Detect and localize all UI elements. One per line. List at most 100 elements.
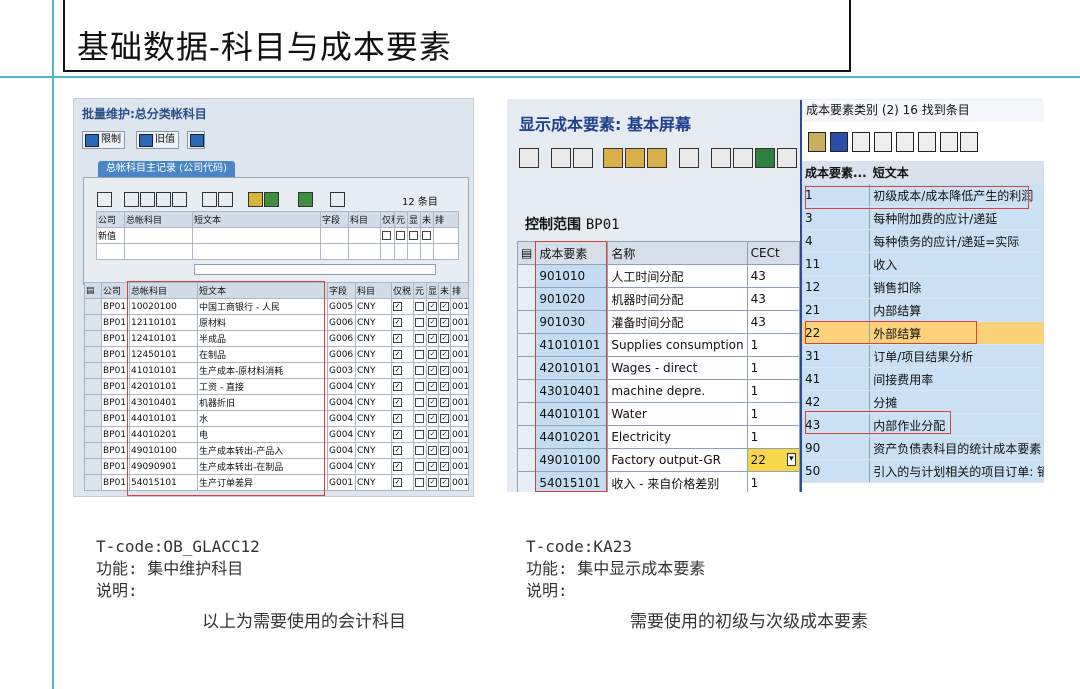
row-selector[interactable]: [516, 333, 537, 357]
field-cell[interactable]: G004: [327, 458, 356, 475]
sort-key-cell[interactable]: 001: [450, 362, 469, 379]
tax-only-checkbox[interactable]: ✓: [393, 349, 402, 359]
line-item-checkbox[interactable]: ✓: [428, 333, 437, 343]
sort-key-cell[interactable]: 001: [450, 410, 469, 427]
open-item-checkbox[interactable]: [415, 413, 424, 423]
row-selector[interactable]: [516, 356, 537, 380]
open-item-checkbox[interactable]: [415, 365, 424, 375]
list-item[interactable]: 12 销售扣除: [802, 275, 1044, 299]
row-selector[interactable]: [516, 310, 537, 334]
help-icon[interactable]: [918, 132, 936, 152]
select-block-icon[interactable]: [156, 192, 171, 207]
details-icon[interactable]: [777, 148, 797, 168]
open-item-checkbox[interactable]: [415, 429, 424, 439]
list-item[interactable]: 31 订单/项目结果分析: [802, 344, 1044, 368]
sort-asc-icon[interactable]: [603, 148, 623, 168]
line-item-checkbox[interactable]: ✓: [428, 461, 437, 471]
currency-cell[interactable]: CNY: [355, 394, 392, 411]
old-value-button[interactable]: 旧值: [136, 131, 179, 149]
list-item[interactable]: 4 每种债务的应计/递延=实际: [802, 229, 1044, 253]
currency-cell[interactable]: CNY: [355, 426, 392, 443]
line-item-checkbox[interactable]: ✓: [428, 477, 437, 487]
post-auto-checkbox[interactable]: ✓: [440, 445, 449, 455]
tax-only-checkbox[interactable]: ✓: [393, 301, 402, 311]
currency-cell[interactable]: CNY: [355, 298, 392, 315]
find-icon[interactable]: [852, 132, 870, 152]
field-cell[interactable]: G004: [327, 410, 356, 427]
category-cell[interactable]: 22 ▾: [746, 448, 800, 472]
currency-cell[interactable]: CNY: [355, 410, 392, 427]
row-selector[interactable]: [516, 425, 537, 449]
line-item-checkbox[interactable]: ✓: [428, 301, 437, 311]
sort-key-cell[interactable]: 001: [450, 378, 469, 395]
currency-cell[interactable]: CNY: [355, 346, 392, 363]
post-auto-checkbox[interactable]: ✓: [440, 365, 449, 375]
tax-only-checkbox[interactable]: ✓: [393, 477, 402, 487]
list-item[interactable]: 21 内部结算: [802, 298, 1044, 322]
tax-only-checkbox[interactable]: ✓: [393, 429, 402, 439]
field-cell[interactable]: G004: [327, 442, 356, 459]
category-cell[interactable]: 43: [746, 264, 800, 288]
edit-account-field[interactable]: [124, 227, 193, 244]
select-all-rows-icon[interactable]: ▤: [516, 241, 537, 265]
list-item[interactable]: 90 资产负债表科目的统计成本要素: [802, 436, 1044, 460]
filter-icon[interactable]: [264, 192, 279, 207]
category-cell[interactable]: 43: [746, 287, 800, 311]
open-item-checkbox[interactable]: [415, 301, 424, 311]
open-item-checkbox[interactable]: [415, 349, 424, 359]
currency-cell[interactable]: CNY: [355, 314, 392, 331]
new-value-row[interactable]: 新值: [96, 227, 459, 244]
row-selector[interactable]: [516, 287, 537, 311]
spreadsheet-icon[interactable]: [755, 148, 775, 168]
horizontal-scrollbar[interactable]: [194, 264, 436, 275]
currency-cell[interactable]: CNY: [355, 442, 392, 459]
dropdown-icon[interactable]: ▾: [787, 453, 796, 466]
tax-only-checkbox[interactable]: ✓: [393, 381, 402, 391]
category-cell[interactable]: 1: [746, 379, 800, 403]
row-selector[interactable]: [516, 471, 537, 492]
edit-icon[interactable]: [218, 192, 233, 207]
row-selector[interactable]: [84, 458, 102, 475]
print-icon[interactable]: [330, 192, 345, 207]
filter-icon[interactable]: [647, 148, 667, 168]
insert-row-icon[interactable]: [172, 192, 187, 207]
category-cell[interactable]: 1: [746, 471, 800, 492]
sort-icon[interactable]: [248, 192, 263, 207]
post-auto-checkbox[interactable]: ✓: [440, 461, 449, 471]
field-cell[interactable]: G004: [327, 426, 356, 443]
row-selector[interactable]: [84, 442, 102, 459]
post-auto-checkbox[interactable]: ✓: [440, 333, 449, 343]
post-auto-checkbox[interactable]: ✓: [440, 477, 449, 487]
tax-only-checkbox[interactable]: ✓: [393, 317, 402, 327]
open-item-checkbox[interactable]: [415, 381, 424, 391]
tax-only-checkbox[interactable]: [382, 230, 391, 240]
list-item[interactable]: 50 引入的与计划相关的项目订单: 销: [802, 459, 1044, 483]
tax-only-checkbox[interactable]: ✓: [393, 413, 402, 423]
sort-desc-icon[interactable]: [625, 148, 645, 168]
category-cell[interactable]: 1: [746, 356, 800, 380]
sort-icon[interactable]: [896, 132, 914, 152]
sort-key-cell[interactable]: 001: [450, 474, 469, 491]
line-item-checkbox[interactable]: ✓: [428, 349, 437, 359]
post-auto-checkbox[interactable]: ✓: [440, 349, 449, 359]
copy-icon[interactable]: [202, 192, 217, 207]
export-icon[interactable]: [711, 148, 731, 168]
select-all-rows-icon[interactable]: ▤: [84, 282, 102, 299]
search-icon[interactable]: [519, 148, 539, 168]
post-auto-checkbox[interactable]: ✓: [440, 413, 449, 423]
tab-gl-master-record[interactable]: 总帐科目主记录 (公司代码): [98, 161, 235, 177]
line-item-checkbox[interactable]: ✓: [428, 413, 437, 423]
currency-cell[interactable]: CNY: [355, 362, 392, 379]
post-auto-checkbox[interactable]: ✓: [440, 381, 449, 391]
row-selector[interactable]: [84, 410, 102, 427]
open-item-checkbox[interactable]: [415, 445, 424, 455]
row-selector[interactable]: [84, 298, 102, 315]
layout-icon[interactable]: [733, 148, 753, 168]
field-cell[interactable]: G006: [327, 330, 356, 347]
refresh-button[interactable]: [187, 131, 205, 149]
currency-cell[interactable]: CNY: [355, 378, 392, 395]
line-item-checkbox[interactable]: ✓: [428, 365, 437, 375]
post-auto-checkbox[interactable]: ✓: [440, 317, 449, 327]
sort-key-cell[interactable]: 001: [450, 442, 469, 459]
open-item-checkbox[interactable]: [415, 333, 424, 343]
